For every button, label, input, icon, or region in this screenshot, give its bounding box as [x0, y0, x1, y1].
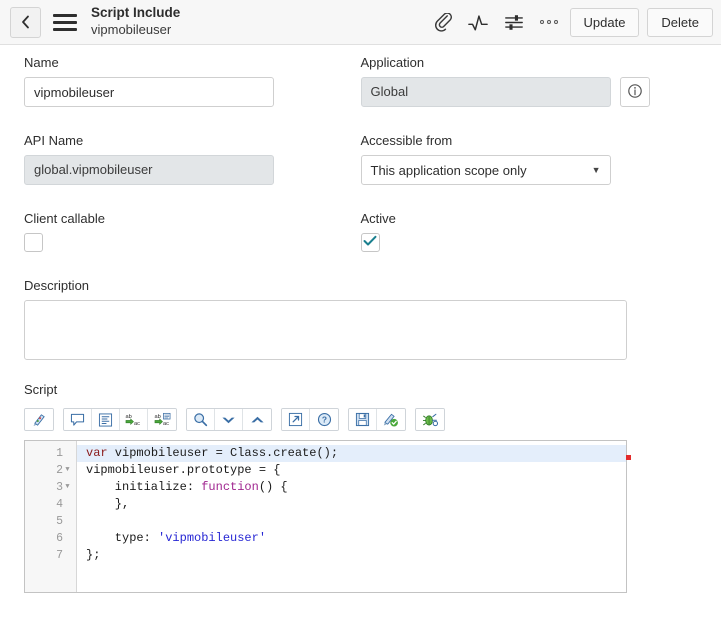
client-callable-checkbox[interactable]: [24, 233, 43, 252]
api-name-field-group: API Name global.vipmobileuser: [24, 133, 361, 185]
page-header: Script Include vipmobileuser Update Dele…: [0, 0, 721, 45]
info-icon: [627, 83, 643, 102]
accessible-from-label: Accessible from: [361, 133, 698, 148]
indent-icon[interactable]: [92, 409, 120, 430]
name-label: Name: [24, 55, 329, 70]
search-icon[interactable]: [187, 409, 215, 430]
attachment-icon[interactable]: [433, 13, 452, 32]
gutter-line: 3▼: [25, 479, 76, 496]
gutter-line: 6▼: [25, 530, 76, 547]
back-button[interactable]: [10, 7, 41, 38]
hamburger-menu-icon[interactable]: [53, 12, 77, 32]
editor-code-area[interactable]: var vipmobileuser = Class.create();vipmo…: [77, 441, 626, 592]
name-input[interactable]: [24, 77, 274, 107]
active-label: Active: [361, 211, 698, 226]
syntax-check-icon[interactable]: [377, 409, 405, 430]
header-icon-group: [433, 13, 558, 32]
fold-toggle-icon[interactable]: ▼: [63, 462, 72, 479]
code-line: vipmobileuser.prototype = {: [77, 462, 626, 479]
toolbar-group-find: [186, 408, 272, 431]
info-button[interactable]: [620, 77, 650, 107]
find-previous-icon[interactable]: [243, 409, 271, 430]
replace-icon[interactable]: ab ac: [120, 409, 148, 430]
fold-toggle-icon[interactable]: ▼: [63, 479, 72, 496]
api-name-value: global.vipmobileuser: [24, 155, 274, 185]
debug-icon[interactable]: [416, 409, 444, 430]
client-callable-field-group: Client callable: [24, 211, 361, 252]
gutter-line: 7▼: [25, 547, 76, 564]
comment-icon[interactable]: [64, 409, 92, 430]
api-name-label: API Name: [24, 133, 329, 148]
description-field-group: Description: [24, 278, 697, 360]
chevron-left-icon: [20, 15, 31, 29]
toolbar-group-edit: ab ac ab ac: [63, 408, 177, 431]
active-field-group: Active: [361, 211, 698, 252]
record-name-title: vipmobileuser: [91, 22, 433, 38]
replace-all-icon[interactable]: ab ac: [148, 409, 176, 430]
delete-button[interactable]: Delete: [647, 8, 713, 37]
accessible-from-value: This application scope only: [371, 163, 527, 178]
mandatory-field-marker: [626, 455, 631, 460]
toolbar-group-view: ?: [281, 408, 339, 431]
accessible-from-field-group: Accessible from This application scope o…: [361, 133, 698, 185]
page-title: Script Include vipmobileuser: [91, 5, 433, 38]
accessible-from-select[interactable]: This application scope only ▼: [361, 155, 611, 185]
gutter-line: 1▼: [25, 445, 76, 462]
code-line: initialize: function() {: [77, 479, 626, 496]
gutter-line: 2▼: [25, 462, 76, 479]
application-value: Global: [361, 77, 611, 107]
description-label: Description: [24, 278, 697, 293]
toolbar-group-debug: [415, 408, 445, 431]
update-button[interactable]: Update: [570, 8, 640, 37]
code-line: type: 'vipmobileuser': [77, 530, 626, 547]
application-label: Application: [361, 55, 698, 70]
record-type-title: Script Include: [91, 5, 433, 22]
svg-text:ac: ac: [134, 421, 140, 427]
description-textarea[interactable]: [24, 300, 627, 360]
find-next-icon[interactable]: [215, 409, 243, 430]
application-field-group: Application Global: [361, 55, 698, 107]
script-code-editor[interactable]: 1▼2▼3▼4▼5▼6▼7▼ var vipmobileuser = Class…: [24, 440, 627, 593]
toolbar-group-format: [24, 408, 54, 431]
more-options-icon[interactable]: [540, 20, 558, 24]
checkmark-icon: [363, 235, 377, 250]
client-callable-label: Client callable: [24, 211, 329, 226]
code-line: },: [77, 496, 626, 513]
fullscreen-icon[interactable]: [282, 409, 310, 430]
help-icon[interactable]: ?: [310, 409, 338, 430]
code-line: };: [77, 547, 626, 564]
svg-text:ac: ac: [162, 421, 168, 427]
personalize-form-icon[interactable]: [504, 13, 524, 32]
active-checkbox[interactable]: [361, 233, 380, 252]
gutter-line: 5▼: [25, 513, 76, 530]
script-label: Script: [24, 382, 697, 397]
activity-icon[interactable]: [468, 13, 488, 32]
editor-line-numbers: 1▼2▼3▼4▼5▼6▼7▼: [25, 441, 77, 592]
record-form: Name Application Global: [0, 55, 721, 593]
code-line: [77, 513, 626, 530]
chevron-down-icon: ▼: [592, 165, 601, 175]
save-icon[interactable]: [349, 409, 377, 430]
toolbar-group-save: [348, 408, 406, 431]
name-field-group: Name: [24, 55, 361, 107]
svg-text:?: ?: [321, 415, 326, 425]
gutter-line: 4▼: [25, 496, 76, 513]
script-editor-toolbar: ab ac ab ac: [24, 408, 697, 431]
code-line: var vipmobileuser = Class.create();: [77, 445, 626, 462]
format-code-icon[interactable]: [25, 409, 53, 430]
